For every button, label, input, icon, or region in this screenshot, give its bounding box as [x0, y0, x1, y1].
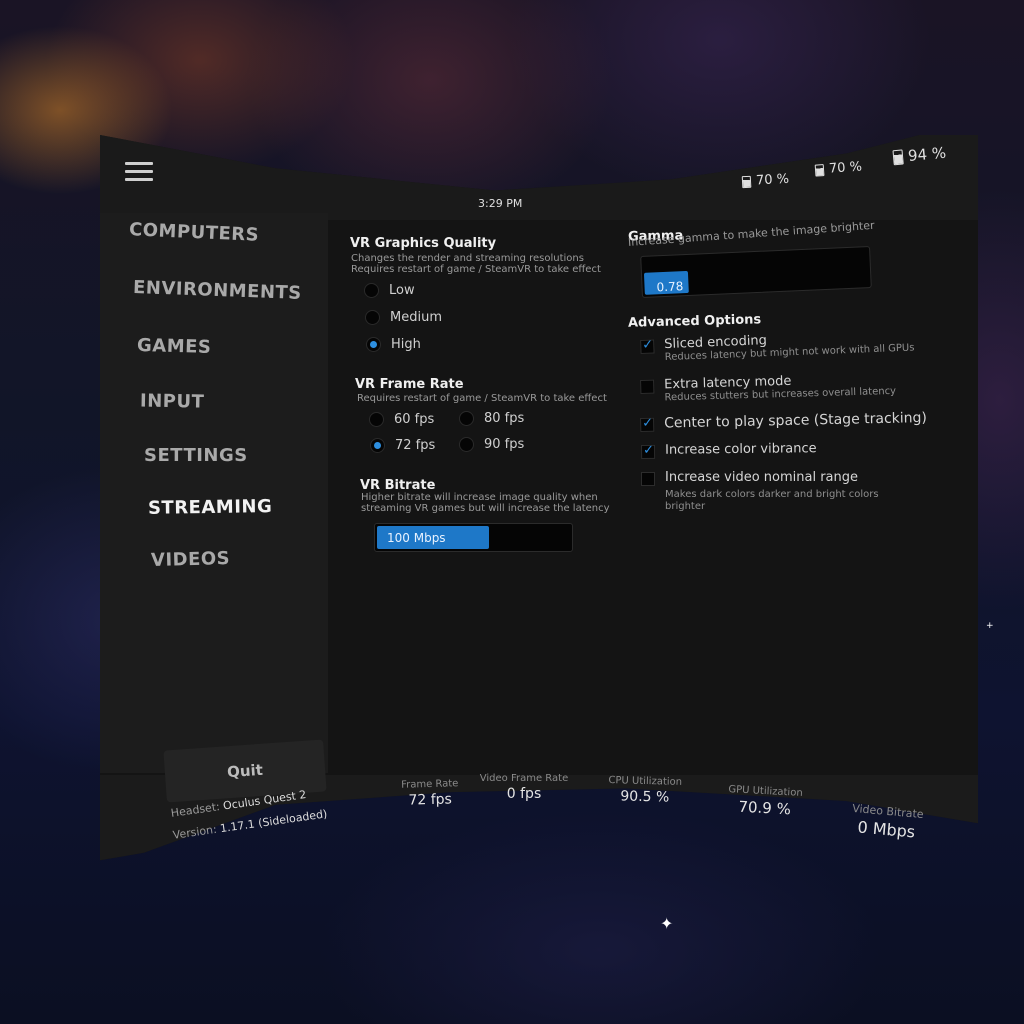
bitrate-slider[interactable]: 100 Mbps — [374, 523, 573, 552]
stat-value: 72 fps — [408, 791, 453, 809]
sidebar-item-input[interactable]: INPUT — [140, 390, 205, 412]
headset-battery-icon — [892, 148, 904, 165]
checkbox-label: Increase video nominal range — [665, 470, 859, 485]
stat-value: 90.5 % — [620, 788, 670, 806]
controller-battery-icon — [741, 175, 752, 188]
frame-rate-desc: Requires restart of game / SteamVR to ta… — [357, 393, 607, 404]
radio-label: High — [391, 337, 421, 352]
radio-60fps[interactable]: 60 fps — [369, 412, 434, 427]
checkbox-description: Makes dark colors darker and bright colo… — [665, 489, 879, 500]
stat-value: 0 fps — [506, 786, 542, 802]
radio-90fps[interactable]: 90 fps — [459, 437, 524, 452]
checkbox-indicator — [640, 379, 655, 394]
stat-label: Video Frame Rate — [479, 773, 569, 784]
sidebar-item-streaming[interactable]: STREAMING — [148, 496, 273, 519]
star-sparkle: + — [986, 621, 994, 631]
graphics-quality-desc: Requires restart of game / SteamVR to ta… — [351, 264, 601, 275]
radio-label: 80 fps — [484, 411, 525, 426]
sidebar-item-games[interactable]: GAMES — [137, 335, 212, 358]
frame-rate-title: VR Frame Rate — [355, 377, 464, 392]
radio-indicator — [369, 412, 384, 427]
radio-label: Medium — [390, 310, 442, 325]
battery-label: 70 % — [755, 171, 790, 189]
battery-label: 70 % — [828, 159, 863, 177]
radio-label: Low — [389, 283, 415, 298]
gamma-value: 0.78 — [656, 279, 684, 295]
graphics-quality-title: VR Graphics Quality — [350, 236, 497, 251]
stat-frame-rate: Frame Rate 72 fps — [390, 778, 471, 809]
radio-high[interactable]: High — [366, 337, 421, 352]
radio-medium[interactable]: Medium — [365, 310, 442, 325]
clock: 3:29 PM — [478, 197, 523, 210]
controller-battery-icon — [814, 163, 825, 177]
radio-indicator — [459, 437, 474, 452]
stat-cpu-utilization: CPU Utilization 90.5 % — [603, 775, 688, 806]
stat-label: Frame Rate — [400, 778, 459, 791]
radio-label: 90 fps — [484, 437, 525, 452]
checkbox-description: brighter — [665, 501, 706, 512]
menu-icon[interactable] — [125, 162, 153, 184]
bitrate-value: 100 Mbps — [387, 530, 446, 545]
checkbox-indicator — [640, 417, 655, 432]
bitrate-desc: streaming VR games but will increase the… — [361, 503, 610, 514]
radio-indicator — [365, 310, 380, 325]
battery-label: 94 % — [907, 143, 947, 165]
checkbox-indicator — [641, 444, 656, 459]
bitrate-title: VR Bitrate — [360, 478, 436, 493]
stat-video-frame-rate: Video Frame Rate 0 fps — [478, 773, 570, 802]
checkbox-increase-video-nominal-range[interactable]: Increase video nominal range Makes dark … — [641, 470, 879, 513]
radio-low[interactable]: Low — [364, 283, 415, 298]
sidebar-item-settings[interactable]: SETTINGS — [144, 445, 248, 466]
stat-label: CPU Utilization — [608, 775, 683, 788]
checkbox-indicator — [640, 339, 655, 354]
star-sparkle: ✦ — [660, 914, 674, 933]
radio-indicator — [364, 283, 379, 298]
sidebar-item-videos[interactable]: VIDEOS — [151, 548, 231, 571]
checkbox-increase-color-vibrance[interactable]: Increase color vibrance — [641, 441, 817, 459]
stat-gpu-utilization: GPU Utilization 70.9 % — [721, 784, 809, 819]
radio-80fps[interactable]: 80 fps — [459, 411, 524, 426]
radio-72fps[interactable]: 72 fps — [370, 438, 435, 453]
radio-indicator — [459, 411, 474, 426]
radio-indicator — [366, 337, 381, 352]
radio-indicator — [370, 438, 385, 453]
radio-label: 72 fps — [395, 438, 436, 453]
checkbox-indicator — [641, 472, 655, 486]
left-controller-battery: 70 % — [741, 171, 790, 189]
checkbox-label: Increase color vibrance — [664, 441, 817, 458]
radio-label: 60 fps — [394, 412, 435, 427]
